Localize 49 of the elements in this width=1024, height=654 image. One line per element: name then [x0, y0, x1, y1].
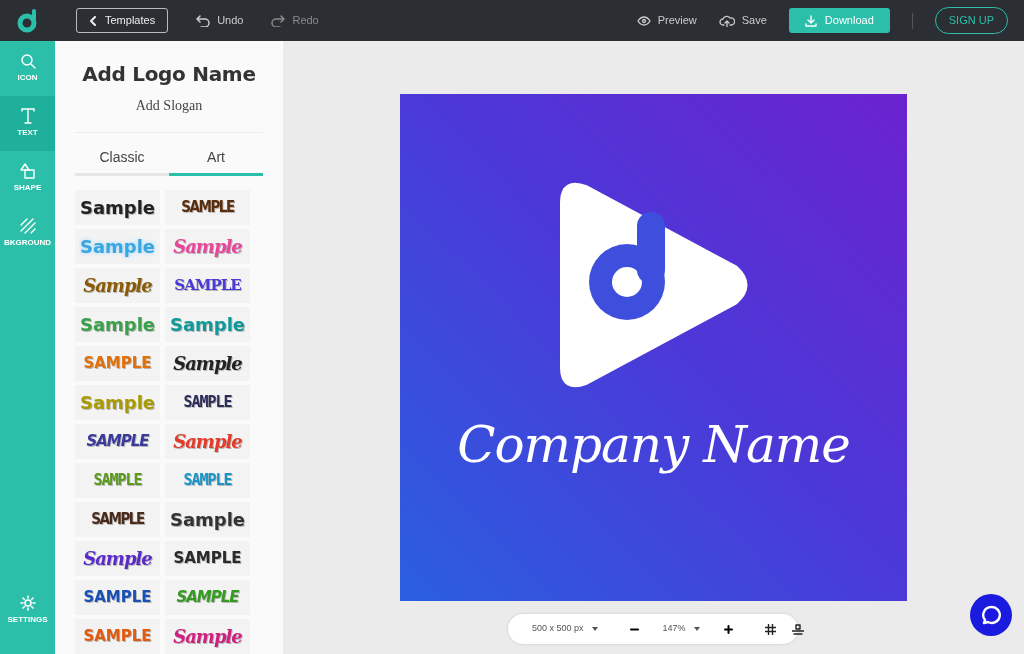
text-style-sample[interactable]: SAMPLE	[75, 619, 160, 654]
eye-icon	[636, 15, 651, 26]
chat-bubble-icon	[981, 605, 1001, 625]
align-bottom-icon	[791, 623, 804, 635]
text-style-sample[interactable]: SAMPLE	[165, 268, 250, 303]
text-style-sample[interactable]: Sample	[75, 541, 160, 576]
text-style-sample[interactable]: SAMPLE	[165, 541, 250, 576]
company-name-text[interactable]: Company Name	[457, 408, 850, 483]
canvas-size-dropdown[interactable]: 500 x 500 px	[532, 622, 598, 636]
caret-down-icon	[591, 627, 598, 631]
chevron-left-icon	[89, 15, 97, 26]
gear-icon	[19, 595, 36, 611]
text-style-sample[interactable]: Sample	[75, 268, 160, 303]
text-style-sample[interactable]: SAMPLE	[75, 502, 160, 537]
slogan-text[interactable]: Add Slogan	[75, 95, 263, 116]
shapes-icon	[19, 163, 36, 179]
zoom-in-button[interactable]	[723, 624, 733, 634]
download-icon	[804, 14, 817, 27]
play-note-logo-icon	[558, 182, 749, 388]
zoom-dropdown[interactable]: 147%	[662, 622, 700, 636]
hatch-icon	[19, 218, 36, 234]
text-icon	[19, 108, 36, 124]
grid-button[interactable]	[764, 623, 776, 635]
preview-button[interactable]: Preview	[636, 12, 697, 29]
search-icon	[19, 53, 36, 69]
save-button[interactable]: Save	[718, 12, 767, 29]
text-style-sample[interactable]: Sample	[165, 502, 250, 537]
undo-button[interactable]: Undo	[196, 12, 244, 29]
text-style-sample[interactable]: SAMPLE	[165, 385, 250, 420]
grid-icon	[764, 623, 776, 635]
caret-down-icon	[693, 627, 700, 631]
cloud-upload-icon	[718, 14, 735, 27]
text-style-sample[interactable]: SAMPLE	[75, 424, 160, 459]
logo-artboard[interactable]: Company Name	[400, 94, 907, 601]
style-tab[interactable]: Art	[169, 147, 263, 176]
templates-button[interactable]: Templates	[76, 8, 169, 33]
undo-icon	[196, 14, 211, 27]
text-style-sample[interactable]: Sample	[75, 190, 160, 225]
chat-button[interactable]	[970, 594, 1012, 636]
text-style-sample[interactable]: Sample	[165, 424, 250, 459]
text-style-sample[interactable]: SAMPLE	[165, 190, 250, 225]
logo-name-heading[interactable]: Add Logo Name	[75, 59, 263, 89]
style-tab[interactable]: Classic	[75, 147, 169, 176]
text-style-sample[interactable]: Sample	[165, 346, 250, 381]
text-style-sample[interactable]: SAMPLE	[75, 580, 160, 615]
plus-icon	[723, 624, 733, 634]
align-button[interactable]	[791, 623, 804, 635]
text-style-sample[interactable]: Sample	[165, 619, 250, 654]
redo-icon	[271, 14, 286, 27]
